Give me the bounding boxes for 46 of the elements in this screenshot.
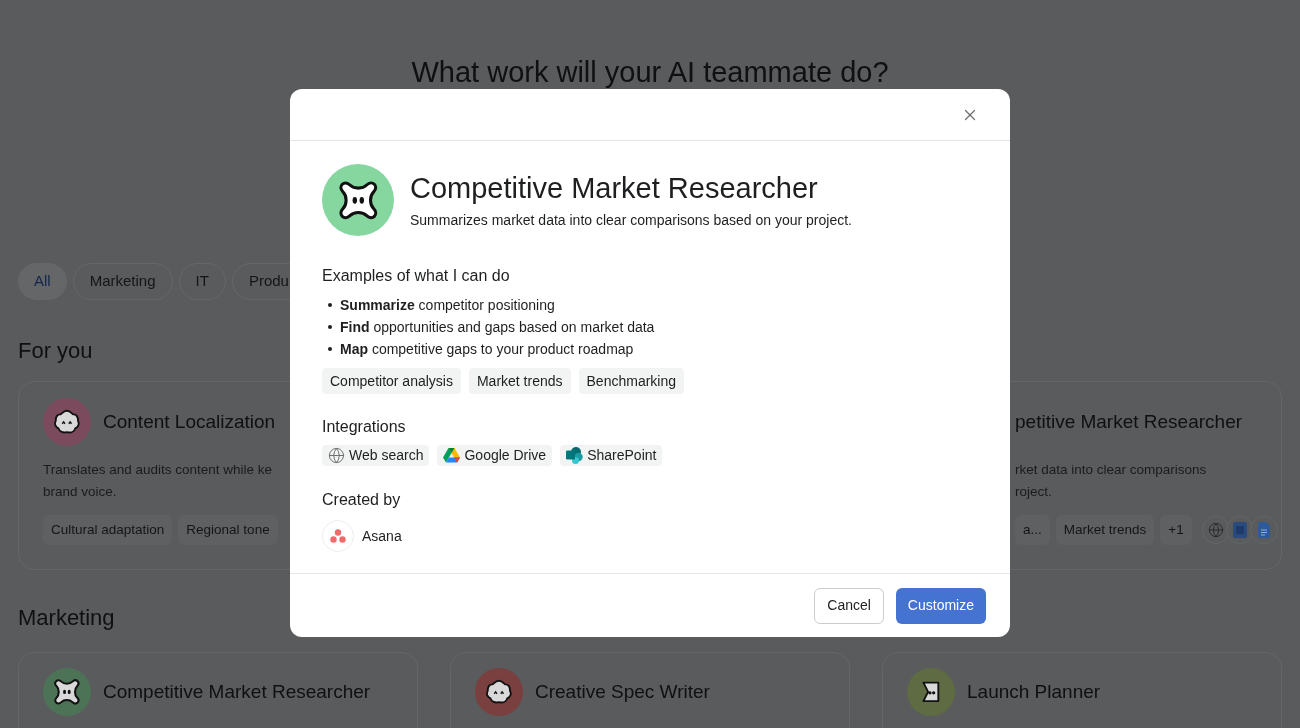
- tag: a...: [1015, 515, 1050, 545]
- integration-label: SharePoint: [587, 446, 657, 465]
- bullet-icon: [328, 347, 332, 351]
- tag: Benchmarking: [578, 368, 685, 394]
- tag: Regional tone: [178, 515, 278, 545]
- globe-icon: [328, 447, 345, 464]
- globe-icon: [1207, 522, 1224, 538]
- card-title: Launch Planner: [967, 679, 1101, 704]
- document-icon: [1232, 522, 1247, 538]
- card-description: rket data into clear comparisons: [1015, 461, 1207, 479]
- example-text: Find opportunities and gaps based on market data: [340, 318, 655, 336]
- tag: +1: [1160, 515, 1192, 545]
- card-description: brand voice.: [43, 483, 117, 501]
- card-description: Translates and audits content while ke: [43, 461, 273, 479]
- card-description: roject.: [1015, 483, 1052, 501]
- example-text: Map competitive gaps to your product roadmap: [340, 340, 634, 358]
- tag: Cultural adaptation: [43, 515, 173, 545]
- agent-card[interactable]: Competitive Market Researcher: [18, 652, 418, 728]
- customize-button[interactable]: Customize: [895, 587, 986, 624]
- drive-icon: [443, 448, 461, 463]
- page-title: What work will your AI teammate do?: [411, 55, 889, 89]
- integration-label: Google Drive: [464, 446, 547, 465]
- agent-card[interactable]: Launch Planner: [882, 652, 1282, 728]
- card-title: petitive Market Researcher: [1015, 409, 1243, 434]
- dialog-title: Competitive Market Researcher: [410, 170, 819, 206]
- creator-name: Asana: [362, 526, 402, 546]
- section-heading: Marketing: [18, 604, 115, 632]
- bullet-icon: [328, 325, 332, 329]
- tag: Competitor analysis: [322, 368, 461, 394]
- section-heading: For you: [18, 337, 93, 365]
- cancel-button[interactable]: Cancel: [814, 587, 884, 624]
- card-title: Competitive Market Researcher: [103, 679, 371, 704]
- dialog-subtitle: Summarizes market data into clear comparisons based on your project.: [410, 210, 852, 230]
- section-heading: Created by: [322, 490, 402, 510]
- card-title: Creative Spec Writer: [535, 679, 710, 704]
- card-title: Content Localization: [103, 409, 276, 434]
- section-heading: Integrations: [322, 417, 407, 437]
- document-icon: [1257, 522, 1270, 538]
- section-heading: Examples of what I can do: [322, 266, 511, 286]
- bullet-icon: [328, 303, 332, 307]
- sharepoint-icon: [566, 447, 584, 464]
- example-text: Summarize competitor positioning: [340, 296, 555, 314]
- tag: Market trends: [1055, 515, 1155, 545]
- agent-card[interactable]: Creative Spec Writer: [450, 652, 850, 728]
- filter-chip[interactable]: All: [18, 263, 67, 300]
- tag: Market trends: [468, 368, 571, 394]
